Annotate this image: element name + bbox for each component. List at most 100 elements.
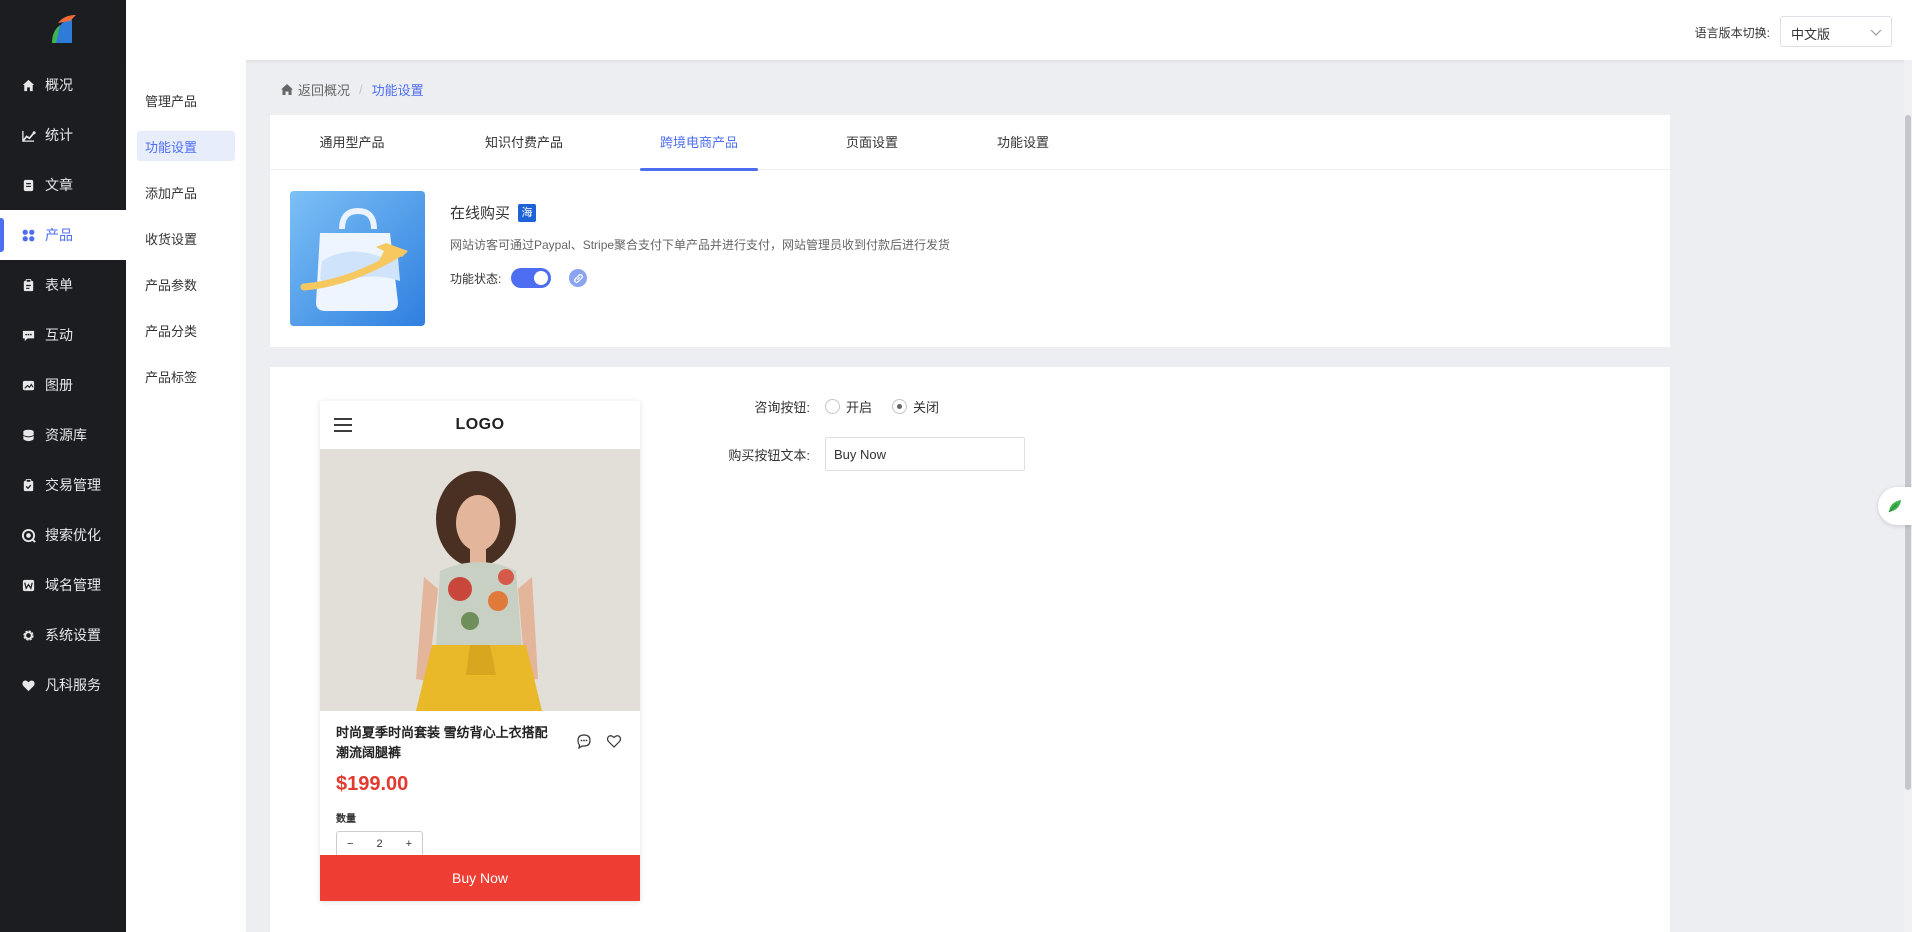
home-icon [281,84,293,95]
grid-icon [20,227,36,243]
breadcrumb-separator: / [359,82,363,97]
preview-logo: LOGO [455,416,505,433]
nav-item-clipboard[interactable]: 表单 [0,260,126,310]
preview-qty-label: 数量 [336,814,356,825]
language-select[interactable]: 中文版 [1780,16,1892,47]
page-scrollbar-thumb[interactable] [1905,115,1911,790]
feature-illustration [290,191,425,326]
qty-minus-button[interactable]: − [347,838,353,850]
submenu-item-3[interactable]: 收货设置 [137,223,235,253]
consult-option-on[interactable]: 开启 [825,397,872,416]
seo-icon [20,527,36,543]
nav-item-label: 凡科服务 [45,677,101,693]
consult-option-off[interactable]: 关闭 [892,397,939,416]
w-icon [20,577,36,593]
nav-item-grid[interactable]: 产品 [0,210,126,260]
breadcrumb-back-label: 返回概况 [298,83,351,98]
album-icon [20,377,36,393]
nav-item-label: 交易管理 [45,477,101,493]
nav-item-chat[interactable]: 互动 [0,310,126,360]
nav-item-label: 概况 [45,77,73,93]
gear-icon [20,627,36,643]
heart-outline-icon[interactable] [606,733,622,749]
comment-icon[interactable] [576,733,592,749]
clipboard-icon [20,277,36,293]
nav-item-label: 资源库 [45,427,87,443]
tab-2[interactable]: 跨境电商产品 [640,115,758,171]
submenu-item-1[interactable]: 功能设置 [137,131,235,161]
nav-item-home[interactable]: 概况 [0,60,126,110]
consult-radio-on[interactable] [825,399,840,414]
nav-item-clipboard-check[interactable]: 交易管理 [0,460,126,510]
feature-title: 在线购买 [450,205,511,222]
buy-text-row: 购买按钮文本: Buy Now [684,437,1025,471]
nav-item-label: 产品 [45,227,73,243]
top-header: 语言版本切换: 中文版 [126,0,1912,60]
chart-icon [20,127,36,143]
nav-item-chart[interactable]: 统计 [0,110,126,160]
tab-0[interactable]: 通用型产品 [317,115,387,170]
tab-1[interactable]: 知识付费产品 [482,115,566,170]
preview-actions [576,733,622,749]
main-sidebar: 概况统计文章产品表单互动图册资源库交易管理搜索优化域名管理系统设置凡科服务 [0,0,126,932]
leaf-icon [1888,500,1901,513]
nav-item-label: 搜索优化 [45,527,101,543]
nav-item-album[interactable]: 图册 [0,360,126,410]
buy-text-input[interactable]: Buy Now [825,437,1025,471]
product-submenu: 管理产品功能设置添加产品收货设置产品参数产品分类产品标签 [126,60,246,932]
language-select-value: 中文版 [1791,27,1831,42]
model-photo-image [320,449,640,711]
nav-item-label: 统计 [45,127,73,143]
breadcrumb-back-link[interactable]: 返回概况 [280,80,350,99]
submenu-item-5[interactable]: 产品分类 [137,315,235,345]
shopping-bag-plane-icon [290,191,425,326]
nav-item-heart[interactable]: 凡科服务 [0,660,126,710]
nav-item-label: 表单 [45,277,73,293]
tab-4[interactable]: 功能设置 [995,115,1051,170]
feature-description: 网站访客可通过Paypal、Stripe聚合支付下单产品并进行支付，网站管理员收… [450,238,951,252]
database-icon [20,427,36,443]
clipboard-check-icon [20,477,36,493]
nav-item-label: 图册 [45,377,73,393]
chain-link-icon [573,273,583,283]
nav-item-label: 系统设置 [45,627,101,643]
consult-radio-off[interactable] [892,399,908,414]
qty-plus-button[interactable]: + [406,838,412,850]
consult-button-row: 咨询按钮: 开启 关闭 [708,397,939,416]
product-photo [320,449,640,711]
submenu-item-6[interactable]: 产品标签 [137,361,235,391]
breadcrumb: 返回概况 / 功能设置 [280,80,424,99]
preview-product-title: 时尚夏季时尚套装 雪纺背心上衣搭配潮流阔腿裤 [336,725,548,760]
heart-icon [20,677,36,693]
nav-item-database[interactable]: 资源库 [0,410,126,460]
brand-logo[interactable] [0,0,126,60]
feature-status-toggle[interactable] [511,268,552,288]
breadcrumb-current: 功能设置 [371,83,424,98]
feature-status-row: 功能状态: [450,268,588,288]
nav-item-seo[interactable]: 搜索优化 [0,510,126,560]
consult-option-on-label: 开启 [846,400,873,415]
nav-item-document[interactable]: 文章 [0,160,126,210]
submenu-item-0[interactable]: 管理产品 [137,85,235,115]
mobile-preview: LOGO 时尚夏季时尚套装 雪纺背心上衣搭配潮流阔腿裤 $199.00 数量 −… [320,401,640,901]
feature-card: 通用型产品 知识付费产品 跨境电商产品 页面设置 功能设置 在线购买 海 网站访客可通过… [270,115,1670,347]
nav-item-w[interactable]: 域名管理 [0,560,126,610]
nav-item-label: 互动 [45,327,73,343]
preview-header: LOGO [320,401,640,449]
document-icon [20,177,36,193]
submenu-item-2[interactable]: 添加产品 [137,177,235,207]
home-icon [20,77,36,93]
link-icon[interactable] [569,269,588,287]
buy-text-label: 购买按钮文本: [728,447,810,463]
preview-price: $199.00 [336,773,409,795]
feature-title-row: 在线购买 海 [450,202,537,223]
quantity-stepper[interactable]: − 2 + [336,831,423,857]
nav-item-label: 域名管理 [45,577,101,593]
submenu-item-4[interactable]: 产品参数 [137,269,235,299]
nav-item-label: 文章 [45,177,73,193]
floating-helper-button[interactable] [1878,487,1912,525]
tab-3[interactable]: 页面设置 [844,115,900,170]
language-switch-label: 语言版本切换: [1694,26,1770,40]
nav-item-gear[interactable]: 系统设置 [0,610,126,660]
preview-buy-button[interactable]: Buy Now [320,855,640,901]
